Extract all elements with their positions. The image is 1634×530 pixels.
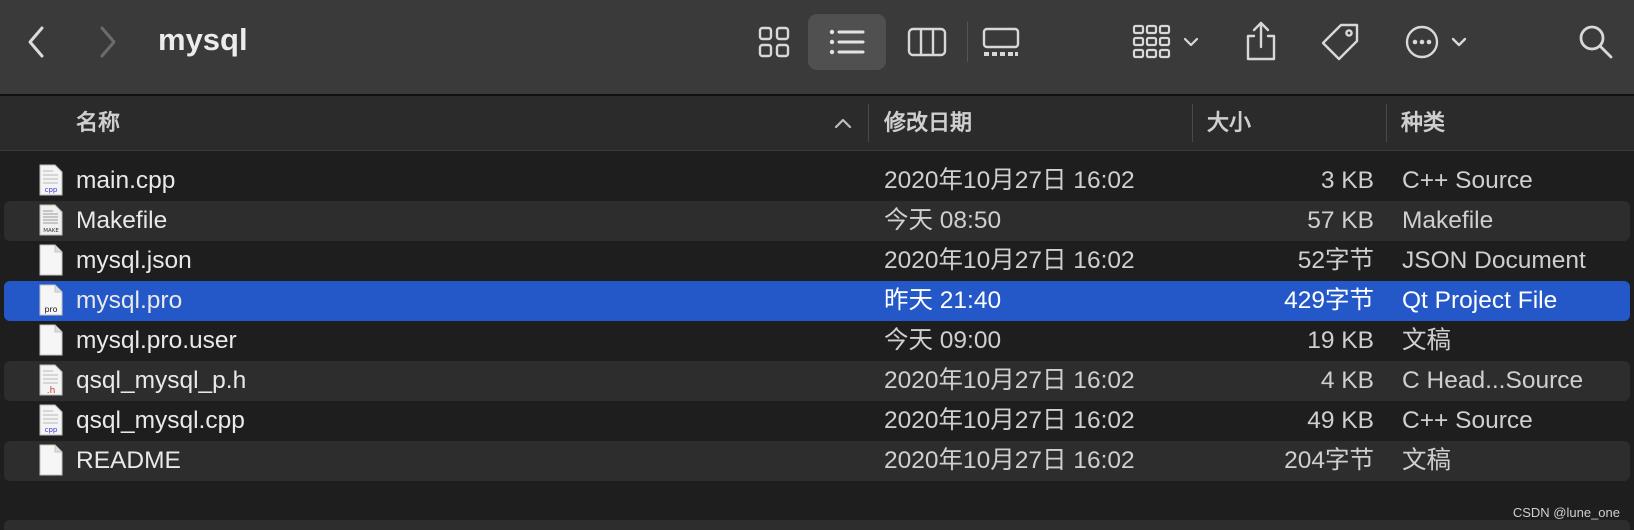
file-size: 4 KB [1320,367,1374,394]
file-date: 2020年10月27日 16:02 [884,367,1135,394]
toolbar-divider [967,22,968,62]
column-view-button[interactable] [906,22,948,62]
search-button[interactable] [1576,22,1616,62]
group-by-button[interactable] [1128,22,1206,62]
search-icon [1579,25,1613,59]
file-date: 2020年10月27日 16:02 [884,407,1135,434]
file-kind: C++ Source [1402,167,1533,194]
pro-file-icon: pro [38,284,64,323]
file-date: 2020年10月27日 16:02 [884,447,1135,474]
file-name: main.cpp [76,167,176,194]
file-size: 204字节 [1284,447,1374,474]
file-name: mysql.pro [76,287,183,314]
file-row[interactable]: README 2020年10月27日 16:02 204字节 文稿 [4,441,1630,481]
header-file-icon: .h [38,364,64,403]
document-icon [38,444,64,483]
document-icon [38,324,64,363]
toolbar: mysql [0,0,1634,96]
file-size: 19 KB [1307,327,1374,354]
column-kind-header[interactable]: 种类 [1401,96,1445,150]
file-row[interactable]: cpp qsql_mysql.cpp 2020年10月27日 16:02 49 … [4,401,1630,441]
cpp-file-icon: cpp [38,164,64,203]
file-name: mysql.pro.user [76,327,237,354]
svg-text:pro: pro [44,305,57,314]
file-date: 今天 08:50 [884,207,1002,234]
sort-ascending-icon[interactable] [833,114,853,132]
file-kind: C++ Source [1402,407,1533,434]
icon-view-button[interactable] [754,22,794,62]
svg-text:cpp: cpp [45,426,58,434]
file-row-selected[interactable]: pro mysql.pro 昨天 21:40 429字节 Qt Project … [4,281,1630,321]
back-button[interactable] [20,22,54,62]
file-name: mysql.json [76,247,192,274]
watermark: CSDN @lune_one [1512,505,1620,520]
list-view-button[interactable] [826,22,868,62]
share-icon [1246,21,1276,61]
column-separator[interactable] [868,104,869,142]
cpp-file-icon: cpp [38,404,64,443]
file-name: Makefile [76,207,168,234]
share-button[interactable] [1242,18,1280,64]
file-date: 2020年10月27日 16:02 [884,247,1135,274]
file-size: 52字节 [1297,247,1374,274]
file-date: 今天 09:00 [884,327,1002,354]
makefile-icon: MAKE [38,204,64,243]
file-kind: C Head...Source [1402,367,1584,394]
file-row[interactable]: MAKE Makefile 今天 08:50 57 KB Makefile [4,201,1630,241]
more-actions-button[interactable] [1402,22,1476,62]
file-date: 2020年10月27日 16:02 [884,167,1135,194]
column-view-icon [907,27,947,57]
gallery-view-button[interactable] [980,22,1022,62]
document-icon [38,244,64,283]
tag-icon [1321,23,1359,61]
file-kind: Makefile [1402,207,1494,234]
more-actions-icon [1405,25,1467,59]
empty-row [4,520,1630,530]
file-date: 昨天 21:40 [884,287,1002,314]
forward-button[interactable] [90,22,124,62]
tag-button[interactable] [1318,20,1362,64]
column-name-header[interactable]: 名称 [76,96,816,150]
svg-text:cpp: cpp [45,186,58,194]
chevron-right-icon [100,26,116,58]
file-kind: 文稿 [1402,327,1451,354]
file-size: 3 KB [1320,167,1374,194]
chevron-left-icon [28,26,44,58]
file-kind: JSON Document [1402,247,1586,274]
file-kind: Qt Project File [1402,287,1558,314]
icon-view-icon [758,26,790,58]
window-title: mysql [158,22,248,57]
file-size: 429字节 [1284,287,1374,314]
svg-text:MAKE: MAKE [43,228,59,234]
file-row[interactable]: mysql.pro.user 今天 09:00 19 KB 文稿 [4,321,1630,361]
file-name: README [76,447,181,474]
column-separator[interactable] [1192,104,1193,142]
file-list: cpp main.cpp 2020年10月27日 16:02 3 KB C++ … [0,161,1634,481]
list-view-icon [829,29,865,55]
file-row[interactable]: .h qsql_mysql_p.h 2020年10月27日 16:02 4 KB… [4,361,1630,401]
file-name: qsql_mysql.cpp [76,407,245,434]
group-by-icon [1132,24,1199,59]
file-row[interactable]: mysql.json 2020年10月27日 16:02 52字节 JSON D… [4,241,1630,281]
column-size-header[interactable]: 大小 [1207,96,1251,150]
file-name: qsql_mysql_p.h [76,367,247,394]
file-kind: 文稿 [1402,447,1451,474]
svg-text:.h: .h [47,386,56,396]
gallery-view-icon [982,27,1020,56]
file-size: 57 KB [1307,207,1374,234]
column-date-header[interactable]: 修改日期 [884,96,972,150]
column-separator[interactable] [1386,104,1387,142]
column-header: 名称 修改日期 大小 种类 [0,96,1634,151]
file-row[interactable]: cpp main.cpp 2020年10月27日 16:02 3 KB C++ … [4,161,1630,201]
file-size: 49 KB [1307,407,1374,434]
